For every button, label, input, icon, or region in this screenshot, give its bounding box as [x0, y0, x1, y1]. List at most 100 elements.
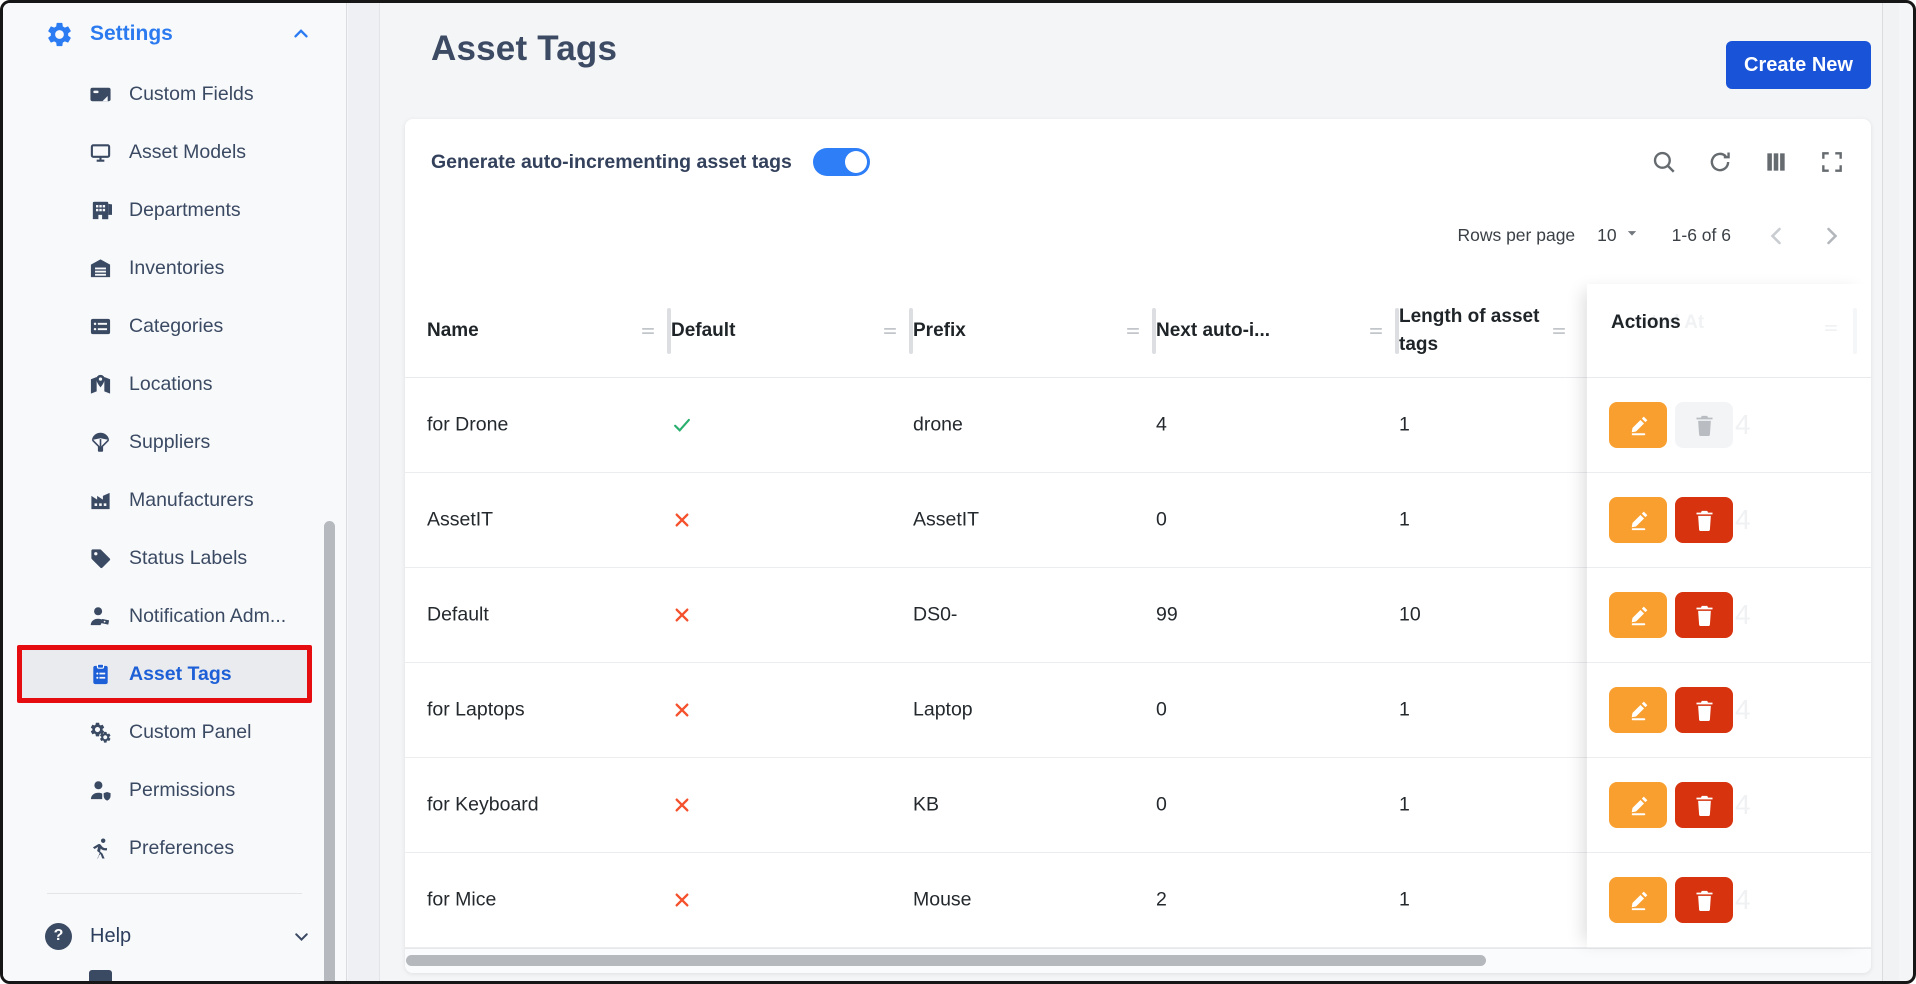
sidebar-scrollbar[interactable]: [324, 521, 335, 981]
edit-button[interactable]: [1609, 592, 1667, 638]
actions-row: 4: [1587, 378, 1871, 473]
help-label: Help: [90, 925, 131, 948]
actions-row: 4: [1587, 568, 1871, 663]
check-icon: [671, 414, 693, 436]
previous-page-button[interactable]: [1765, 224, 1789, 248]
preferences-icon: [89, 837, 112, 860]
edit-button[interactable]: [1609, 497, 1667, 543]
cell-next-auto-increment: 4: [1156, 414, 1167, 437]
hidden-created-at-cell-ghost: 4: [1735, 884, 1751, 916]
delete-button[interactable]: [1675, 877, 1733, 923]
columns-icon[interactable]: [1763, 149, 1789, 175]
column-header-prefix: Prefix: [913, 284, 1156, 378]
window-scrollbar-rail[interactable]: [1882, 3, 1899, 981]
sidebar-item-locations[interactable]: Locations: [3, 355, 346, 413]
drag-handle-icon[interactable]: [1366, 321, 1386, 341]
rows-per-page-label: Rows per page: [1457, 225, 1575, 246]
categories-icon: [89, 315, 112, 338]
cell-prefix: AssetIT: [913, 509, 979, 532]
rows-per-page-select[interactable]: 10: [1597, 223, 1641, 248]
hidden-created-at-cell-ghost: 4: [1735, 409, 1751, 441]
cell-name: for Keyboard: [427, 794, 539, 817]
drag-handle-icon[interactable]: [880, 321, 900, 341]
asset-tags-icon: [89, 663, 112, 686]
cell-name: for Mice: [427, 889, 496, 912]
hidden-created-at-cell-ghost: 4: [1735, 504, 1751, 536]
chevron-down-icon[interactable]: [291, 926, 312, 947]
sidebar-item-categories[interactable]: Categories: [3, 297, 346, 355]
drag-handle-icon[interactable]: [1549, 321, 1569, 341]
x-icon: [671, 509, 693, 531]
settings-menu: Custom Fields Asset Models Departments I…: [3, 65, 346, 877]
column-header-name: Name: [427, 284, 671, 378]
search-icon[interactable]: [1651, 149, 1677, 175]
fullscreen-icon[interactable]: [1819, 149, 1845, 175]
sidebar-item-manufacturers[interactable]: Manufacturers: [3, 471, 346, 529]
cell-prefix: Mouse: [913, 889, 972, 912]
sidebar: Settings Custom Fields Asset Models Depa…: [3, 3, 347, 981]
drag-handle-icon[interactable]: [638, 321, 658, 341]
horizontal-scrollbar[interactable]: [406, 955, 1486, 966]
column-header-actions: ted At Actions: [1587, 284, 1871, 378]
status-labels-icon: [89, 547, 112, 570]
cell-next-auto-increment: 0: [1156, 794, 1167, 817]
sidebar-item-permissions[interactable]: Permissions: [3, 761, 346, 819]
column-resize-handle: [1853, 308, 1857, 354]
create-new-button[interactable]: Create New: [1726, 41, 1871, 89]
sidebar-item-custom-panel[interactable]: Custom Panel: [3, 703, 346, 761]
refresh-icon[interactable]: [1707, 149, 1733, 175]
sidebar-item-departments[interactable]: Departments: [3, 181, 346, 239]
cell-next-auto-increment: 99: [1156, 604, 1178, 627]
sidebar-item-inventories[interactable]: Inventories: [3, 239, 346, 297]
sidebar-item-help[interactable]: ? Help: [45, 909, 312, 963]
edit-button[interactable]: [1609, 402, 1667, 448]
sidebar-rail: [348, 3, 380, 981]
cell-next-auto-increment: 0: [1156, 509, 1167, 532]
cell-name: for Laptops: [427, 699, 525, 722]
sidebar-settings-header[interactable]: Settings: [45, 13, 312, 55]
cell-prefix: Laptop: [913, 699, 973, 722]
column-header-length: Length of asset tags: [1399, 284, 1569, 378]
cell-next-auto-increment: 2: [1156, 889, 1167, 912]
delete-button[interactable]: [1675, 402, 1733, 448]
actions-row: 4: [1587, 473, 1871, 568]
sidebar-item-notification-adm[interactable]: Notification Adm...: [3, 587, 346, 645]
drag-handle-icon: [1821, 318, 1841, 343]
actions-row: 4: [1587, 758, 1871, 853]
x-icon: [671, 699, 693, 721]
cell-prefix: DS0-: [913, 604, 957, 627]
chevron-up-icon[interactable]: [290, 23, 312, 45]
inventories-icon: [89, 257, 112, 280]
delete-button[interactable]: [1675, 687, 1733, 733]
cell-prefix: KB: [913, 794, 939, 817]
sidebar-item-suppliers[interactable]: Suppliers: [3, 413, 346, 471]
sidebar-item-status-labels[interactable]: Status Labels: [3, 529, 346, 587]
x-icon: [671, 889, 693, 911]
auto-increment-toggle[interactable]: [813, 148, 870, 176]
next-page-button[interactable]: [1819, 224, 1843, 248]
cell-length: 1: [1399, 699, 1410, 722]
drag-handle-icon[interactable]: [1123, 321, 1143, 341]
sidebar-item-asset-tags[interactable]: Asset Tags: [17, 645, 312, 703]
gear-icon: [45, 20, 74, 49]
rows-per-page-value: 10: [1597, 225, 1616, 246]
edit-button[interactable]: [1609, 782, 1667, 828]
edit-button[interactable]: [1609, 687, 1667, 733]
sidebar-item-custom-fields[interactable]: Custom Fields: [3, 65, 346, 123]
sidebar-item-preferences[interactable]: Preferences: [3, 819, 346, 877]
column-header-default: Default: [671, 284, 913, 378]
sidebar-item-asset-models[interactable]: Asset Models: [3, 123, 346, 181]
notification-admin-icon: [89, 605, 112, 628]
asset-models-icon: [89, 141, 112, 164]
edit-button[interactable]: [1609, 877, 1667, 923]
delete-button[interactable]: [1675, 497, 1733, 543]
cell-length: 1: [1399, 414, 1410, 437]
delete-button[interactable]: [1675, 782, 1733, 828]
actions-row: 4: [1587, 663, 1871, 758]
settings-label: Settings: [90, 22, 173, 46]
suppliers-icon: [89, 431, 112, 454]
x-icon: [671, 794, 693, 816]
sidebar-item-cutoff-icon: [89, 970, 112, 981]
delete-button[interactable]: [1675, 592, 1733, 638]
auto-increment-toggle-label: Generate auto-incrementing asset tags: [431, 151, 792, 174]
